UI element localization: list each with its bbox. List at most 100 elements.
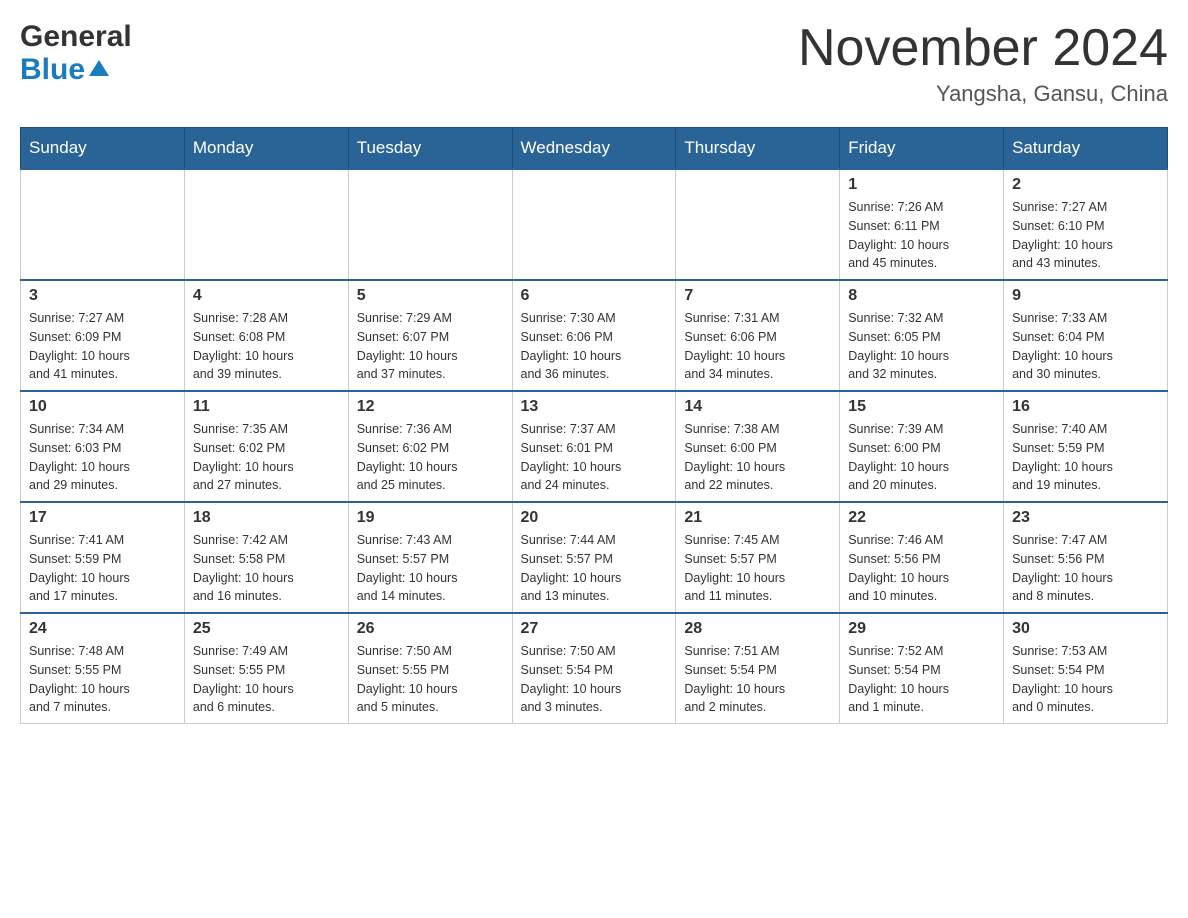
calendar-cell: 24 Sunrise: 7:48 AMSunset: 5:55 PMDayligh… — [21, 613, 185, 724]
day-info: Sunrise: 7:46 AMSunset: 5:56 PMDaylight:… — [848, 531, 995, 606]
day-info: Sunrise: 7:26 AMSunset: 6:11 PMDaylight:… — [848, 198, 995, 273]
day-number: 23 — [1012, 509, 1159, 527]
calendar-cell: 29Sunrise: 7:52 AMSunset: 5:54 PMDayligh… — [840, 613, 1004, 724]
day-number: 22 — [848, 509, 995, 527]
calendar-cell: 30 Sunrise: 7:53 AMSunset: 5:54 PMDayligh… — [1004, 613, 1168, 724]
day-number: 10 — [29, 398, 176, 416]
day-info: Sunrise: 7:38 AMSunset: 6:00 PMDaylight:… — [684, 420, 831, 495]
location: Yangsha, Gansu, China — [798, 81, 1168, 107]
day-info: Sunrise: 7:52 AMSunset: 5:54 PMDaylight:… — [848, 642, 995, 717]
day-number: 4 — [193, 287, 340, 305]
week-row-1: 1 Sunrise: 7:26 AMSunset: 6:11 PMDaylight… — [21, 169, 1168, 280]
calendar-cell: 6 Sunrise: 7:30 AMSunset: 6:06 PMDaylight… — [512, 280, 676, 391]
day-number: 14 — [684, 398, 831, 416]
week-row-2: 3 Sunrise: 7:27 AMSunset: 6:09 PMDaylight… — [21, 280, 1168, 391]
logo: General Blue — [20, 20, 132, 86]
calendar-cell: 28Sunrise: 7:51 AMSunset: 5:54 PMDayligh… — [676, 613, 840, 724]
calendar-cell: 1 Sunrise: 7:26 AMSunset: 6:11 PMDaylight… — [840, 169, 1004, 280]
day-number: 8 — [848, 287, 995, 305]
calendar-cell: 26 Sunrise: 7:50 AMSunset: 5:55 PMDayligh… — [348, 613, 512, 724]
day-info: Sunrise: 7:28 AMSunset: 6:08 PMDaylight:… — [193, 309, 340, 384]
header-friday: Friday — [840, 128, 1004, 170]
calendar-cell: 2 Sunrise: 7:27 AMSunset: 6:10 PMDaylight… — [1004, 169, 1168, 280]
day-number: 1 — [848, 176, 995, 194]
day-info: Sunrise: 7:27 AMSunset: 6:10 PMDaylight:… — [1012, 198, 1159, 273]
day-info: Sunrise: 7:47 AMSunset: 5:56 PMDaylight:… — [1012, 531, 1159, 606]
day-info: Sunrise: 7:50 AMSunset: 5:54 PMDaylight:… — [521, 642, 668, 717]
day-number: 16 — [1012, 398, 1159, 416]
calendar-cell: 14 Sunrise: 7:38 AMSunset: 6:00 PMDayligh… — [676, 391, 840, 502]
day-info: Sunrise: 7:37 AMSunset: 6:01 PMDaylight:… — [521, 420, 668, 495]
calendar-cell: 12 Sunrise: 7:36 AMSunset: 6:02 PMDayligh… — [348, 391, 512, 502]
day-info: Sunrise: 7:32 AMSunset: 6:05 PMDaylight:… — [848, 309, 995, 384]
day-number: 28 — [684, 620, 831, 638]
calendar-cell: 7 Sunrise: 7:31 AMSunset: 6:06 PMDaylight… — [676, 280, 840, 391]
day-info: Sunrise: 7:50 AMSunset: 5:55 PMDaylight:… — [357, 642, 504, 717]
day-info: Sunrise: 7:44 AMSunset: 5:57 PMDaylight:… — [521, 531, 668, 606]
calendar-cell: 15 Sunrise: 7:39 AMSunset: 6:00 PMDayligh… — [840, 391, 1004, 502]
calendar-cell — [512, 169, 676, 280]
calendar-cell: 13 Sunrise: 7:37 AMSunset: 6:01 PMDayligh… — [512, 391, 676, 502]
day-info: Sunrise: 7:53 AMSunset: 5:54 PMDaylight:… — [1012, 642, 1159, 717]
page-header: General Blue November 2024 Yangsha, Gans… — [20, 20, 1168, 107]
day-info: Sunrise: 7:35 AMSunset: 6:02 PMDaylight:… — [193, 420, 340, 495]
logo-triangle-icon — [87, 58, 109, 80]
day-number: 3 — [29, 287, 176, 305]
calendar-cell: 16 Sunrise: 7:40 AMSunset: 5:59 PMDayligh… — [1004, 391, 1168, 502]
calendar-cell: 20 Sunrise: 7:44 AMSunset: 5:57 PMDayligh… — [512, 502, 676, 613]
day-info: Sunrise: 7:45 AMSunset: 5:57 PMDaylight:… — [684, 531, 831, 606]
day-info: Sunrise: 7:39 AMSunset: 6:00 PMDaylight:… — [848, 420, 995, 495]
calendar-cell — [184, 169, 348, 280]
day-info: Sunrise: 7:41 AMSunset: 5:59 PMDaylight:… — [29, 531, 176, 606]
calendar-cell: 21 Sunrise: 7:45 AMSunset: 5:57 PMDayligh… — [676, 502, 840, 613]
header-tuesday: Tuesday — [348, 128, 512, 170]
calendar-cell: 17 Sunrise: 7:41 AMSunset: 5:59 PMDayligh… — [21, 502, 185, 613]
day-info: Sunrise: 7:30 AMSunset: 6:06 PMDaylight:… — [521, 309, 668, 384]
day-info: Sunrise: 7:36 AMSunset: 6:02 PMDaylight:… — [357, 420, 504, 495]
day-number: 27 — [521, 620, 668, 638]
day-info: Sunrise: 7:48 AMSunset: 5:55 PMDaylight:… — [29, 642, 176, 717]
calendar-cell: 11Sunrise: 7:35 AMSunset: 6:02 PMDayligh… — [184, 391, 348, 502]
week-row-3: 10 Sunrise: 7:34 AMSunset: 6:03 PMDayligh… — [21, 391, 1168, 502]
logo-general: General — [20, 20, 132, 53]
header-monday: Monday — [184, 128, 348, 170]
calendar-cell: 18 Sunrise: 7:42 AMSunset: 5:58 PMDayligh… — [184, 502, 348, 613]
day-number: 26 — [357, 620, 504, 638]
calendar-cell: 22 Sunrise: 7:46 AMSunset: 5:56 PMDayligh… — [840, 502, 1004, 613]
day-info: Sunrise: 7:34 AMSunset: 6:03 PMDaylight:… — [29, 420, 176, 495]
day-number: 9 — [1012, 287, 1159, 305]
day-number: 18 — [193, 509, 340, 527]
day-number: 20 — [521, 509, 668, 527]
day-info: Sunrise: 7:42 AMSunset: 5:58 PMDaylight:… — [193, 531, 340, 606]
calendar-cell: 5Sunrise: 7:29 AMSunset: 6:07 PMDaylight… — [348, 280, 512, 391]
day-number: 12 — [357, 398, 504, 416]
month-title: November 2024 — [798, 20, 1168, 77]
day-info: Sunrise: 7:40 AMSunset: 5:59 PMDaylight:… — [1012, 420, 1159, 495]
day-number: 24 — [29, 620, 176, 638]
calendar-cell: 25Sunrise: 7:49 AMSunset: 5:55 PMDayligh… — [184, 613, 348, 724]
calendar-cell: 19Sunrise: 7:43 AMSunset: 5:57 PMDayligh… — [348, 502, 512, 613]
day-number: 15 — [848, 398, 995, 416]
logo-blue: Blue — [20, 53, 85, 86]
day-number: 6 — [521, 287, 668, 305]
day-number: 25 — [193, 620, 340, 638]
header-wednesday: Wednesday — [512, 128, 676, 170]
day-number: 21 — [684, 509, 831, 527]
week-row-4: 17 Sunrise: 7:41 AMSunset: 5:59 PMDayligh… — [21, 502, 1168, 613]
day-info: Sunrise: 7:43 AMSunset: 5:57 PMDaylight:… — [357, 531, 504, 606]
calendar-cell: 27 Sunrise: 7:50 AMSunset: 5:54 PMDayligh… — [512, 613, 676, 724]
calendar-cell — [348, 169, 512, 280]
day-number: 30 — [1012, 620, 1159, 638]
day-number: 17 — [29, 509, 176, 527]
day-info: Sunrise: 7:27 AMSunset: 6:09 PMDaylight:… — [29, 309, 176, 384]
header-thursday: Thursday — [676, 128, 840, 170]
day-number: 13 — [521, 398, 668, 416]
week-row-5: 24 Sunrise: 7:48 AMSunset: 5:55 PMDayligh… — [21, 613, 1168, 724]
calendar-cell: 8 Sunrise: 7:32 AMSunset: 6:05 PMDaylight… — [840, 280, 1004, 391]
day-info: Sunrise: 7:31 AMSunset: 6:06 PMDaylight:… — [684, 309, 831, 384]
day-info: Sunrise: 7:29 AMSunset: 6:07 PMDaylight:… — [357, 309, 504, 384]
day-number: 2 — [1012, 176, 1159, 194]
day-number: 7 — [684, 287, 831, 305]
header-saturday: Saturday — [1004, 128, 1168, 170]
calendar-cell: 3 Sunrise: 7:27 AMSunset: 6:09 PMDaylight… — [21, 280, 185, 391]
